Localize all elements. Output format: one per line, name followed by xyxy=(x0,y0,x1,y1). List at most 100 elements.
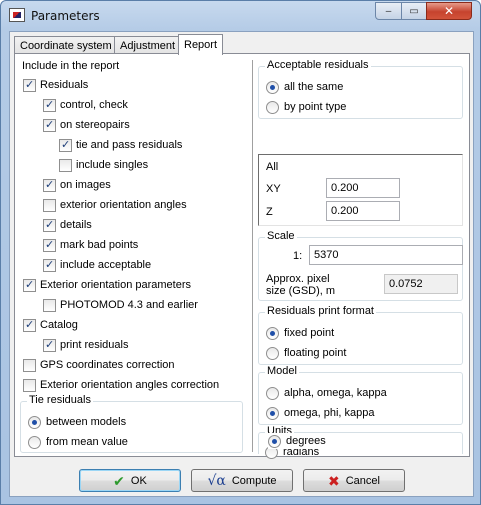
xy-label: XY xyxy=(266,183,281,195)
gsd-value: 0.0752 xyxy=(384,274,458,294)
radio-label: between models xyxy=(46,416,127,428)
radio-dot[interactable] xyxy=(266,100,279,114)
cancel-label: Cancel xyxy=(345,474,380,487)
radio-omega-phi-kappa[interactable]: omega, phi, kappa xyxy=(266,405,375,421)
parameters-window: Parameters – ▭ ✕ Coordinate system Adjus… xyxy=(0,0,481,505)
checkbox-label: tie and pass residuals xyxy=(76,139,183,151)
checkbox-box[interactable] xyxy=(43,258,56,272)
radio-dot[interactable] xyxy=(266,386,279,400)
checkbox-label: Residuals xyxy=(40,79,89,91)
checkbox-residuals[interactable]: Residuals xyxy=(23,77,88,93)
tab-adjustment[interactable]: Adjustment xyxy=(114,36,182,54)
ok-button[interactable]: ✔ OK xyxy=(79,469,181,492)
checkbox-box[interactable] xyxy=(43,118,56,132)
checkbox-label: PHOTOMOD 4.3 and earlier xyxy=(60,299,198,311)
acceptable-residuals-title: Acceptable residuals xyxy=(265,59,371,71)
report-tab-page: Include in the report Residuals control,… xyxy=(14,53,470,459)
radio-label: all the same xyxy=(284,81,344,93)
radio-all-the-same[interactable]: all the same xyxy=(266,79,343,95)
checkbox-control-check[interactable]: control, check xyxy=(43,97,128,113)
all-panel: All XY 0.200 Z 0.200 xyxy=(258,154,463,226)
print-format-group: Residuals print format fixed point float… xyxy=(258,305,463,365)
checkbox-include-acceptable[interactable]: include acceptable xyxy=(43,257,151,273)
checkbox-details[interactable]: details xyxy=(43,217,92,233)
radio-dot[interactable] xyxy=(28,435,41,449)
radio-floating-point[interactable]: floating point xyxy=(266,345,346,361)
checkbox-box[interactable] xyxy=(43,178,56,192)
checkbox-exterior-orientation-angles[interactable]: exterior orientation angles xyxy=(43,197,187,213)
checkbox-gps-coordinates-correction[interactable]: GPS coordinates correction xyxy=(23,357,175,373)
acceptable-residuals-group: Acceptable residuals all the same by poi… xyxy=(258,59,463,119)
radio-dot[interactable] xyxy=(266,346,279,360)
radio-fixed-point[interactable]: fixed point xyxy=(266,325,334,341)
checkbox-on-stereopairs[interactable]: on stereopairs xyxy=(43,117,130,133)
minimize-button[interactable]: – xyxy=(375,2,402,20)
checkbox-box[interactable] xyxy=(23,78,36,92)
checkbox-label: on stereopairs xyxy=(60,119,130,131)
checkbox-box[interactable] xyxy=(23,278,36,292)
radio-label: fixed point xyxy=(284,327,335,339)
checkbox-label: Catalog xyxy=(40,319,78,331)
tab-report[interactable]: Report xyxy=(178,34,224,55)
checkbox-box[interactable] xyxy=(23,318,36,332)
xy-input[interactable]: 0.200 xyxy=(326,178,400,198)
radio-dot[interactable] xyxy=(268,434,281,448)
checkbox-exterior-orientation-angles-correction[interactable]: Exterior orientation angles correction xyxy=(23,377,219,393)
radio-label: from mean value xyxy=(46,436,128,448)
checkbox-label: mark bad points xyxy=(60,239,139,251)
scale-prefix: 1: xyxy=(293,250,303,262)
all-panel-title: All xyxy=(266,161,279,173)
checkbox-box[interactable] xyxy=(59,158,72,172)
checkbox-box[interactable] xyxy=(23,378,36,392)
checkbox-catalog[interactable]: Catalog xyxy=(23,317,78,333)
radio-from-mean-value[interactable]: from mean value xyxy=(28,434,128,450)
gsd-label-line2: size (GSD), m xyxy=(266,285,336,297)
checkbox-label: include acceptable xyxy=(60,259,152,271)
radio-alpha-omega-kappa[interactable]: alpha, omega, kappa xyxy=(266,385,387,401)
radio-dot[interactable] xyxy=(28,415,41,429)
checkbox-box[interactable] xyxy=(43,238,56,252)
checkbox-photomod-43[interactable]: PHOTOMOD 4.3 and earlier xyxy=(43,297,198,313)
compute-label: Compute xyxy=(231,474,277,487)
radio-dot[interactable] xyxy=(266,80,279,94)
checkbox-label: Exterior orientation angles correction xyxy=(40,379,220,391)
gsd-label-line1: Approx. pixel xyxy=(266,273,330,285)
checkbox-tie-and-pass-residuals[interactable]: tie and pass residuals xyxy=(59,137,182,153)
checkbox-box[interactable] xyxy=(23,358,36,372)
radio-dot[interactable] xyxy=(266,326,279,340)
compute-button[interactable]: √α Compute xyxy=(191,469,293,492)
tie-residuals-group: Tie residuals between models from mean v… xyxy=(20,394,243,453)
radio-label: alpha, omega, kappa xyxy=(284,387,387,399)
checkbox-box[interactable] xyxy=(43,198,56,212)
scale-input[interactable]: 5370 xyxy=(309,245,463,265)
include-in-report-label: Include in the report xyxy=(22,60,120,72)
tab-coordinate-system[interactable]: Coordinate system xyxy=(14,36,118,54)
checkbox-mark-bad-points[interactable]: mark bad points xyxy=(43,237,138,253)
checkbox-label: exterior orientation angles xyxy=(60,199,187,211)
checkbox-label: control, check xyxy=(60,99,128,111)
checkbox-on-images[interactable]: on images xyxy=(43,177,111,193)
checkbox-label: on images xyxy=(60,179,111,191)
checkbox-label: details xyxy=(60,219,92,231)
checkbox-box[interactable] xyxy=(59,138,72,152)
checkbox-exterior-orientation-parameters[interactable]: Exterior orientation parameters xyxy=(23,277,191,293)
cancel-button[interactable]: ✖ Cancel xyxy=(303,469,405,492)
radio-by-point-type[interactable]: by point type xyxy=(266,99,346,115)
checkbox-label: print residuals xyxy=(60,339,129,351)
radio-degrees[interactable]: degrees xyxy=(268,433,330,449)
checkbox-include-singles[interactable]: include singles xyxy=(59,157,148,173)
radio-dot[interactable] xyxy=(266,406,279,420)
checkbox-print-residuals[interactable]: print residuals xyxy=(43,337,128,353)
radio-label: omega, phi, kappa xyxy=(284,407,375,419)
checkbox-box[interactable] xyxy=(43,218,56,232)
maximize-button[interactable]: ▭ xyxy=(401,2,427,20)
checkbox-box[interactable] xyxy=(43,298,56,312)
radio-between-models[interactable]: between models xyxy=(28,414,126,430)
z-input[interactable]: 0.200 xyxy=(326,201,400,221)
radio-label: by point type xyxy=(284,101,347,113)
checkbox-box[interactable] xyxy=(43,338,56,352)
checkbox-box[interactable] xyxy=(43,98,56,112)
close-button[interactable]: ✕ xyxy=(426,2,472,20)
window-title: Parameters xyxy=(31,9,100,23)
scale-group: Scale 1: 5370 Approx. pixel size (GSD), … xyxy=(258,230,463,301)
